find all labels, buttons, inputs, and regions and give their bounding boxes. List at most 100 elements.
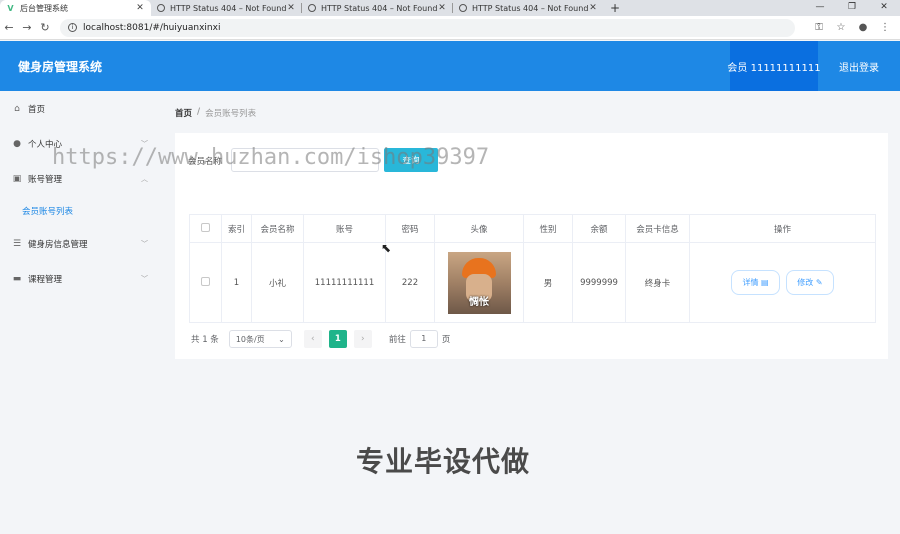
- detail-button[interactable]: 详情 ▤: [731, 270, 780, 295]
- list-icon: ☰: [12, 238, 22, 249]
- info-icon[interactable]: i: [68, 23, 77, 32]
- column-header: 密码: [385, 214, 435, 243]
- column-header: 头像: [434, 214, 524, 243]
- goto-suffix: 页: [441, 335, 451, 345]
- key-icon[interactable]: ⚿: [808, 22, 830, 33]
- cell-gender: 男: [523, 242, 573, 323]
- total-count: 共 1 条: [191, 335, 219, 345]
- member-info: 会员 11111111111: [727, 41, 821, 91]
- column-header: 操作: [689, 214, 876, 243]
- sidebar-item-label: 账号管理: [28, 174, 63, 185]
- cell-name: 小礼: [251, 242, 304, 323]
- chevron-down-icon: ⌄: [278, 334, 285, 344]
- user-icon: ●: [13, 138, 21, 149]
- tab-title: 后台管理系统: [20, 3, 68, 13]
- chevron-up-icon: ︿: [141, 175, 148, 183]
- watermark: https://www.huzhan.com/ishop39397: [52, 145, 490, 170]
- goto-prefix: 前往: [388, 335, 406, 345]
- page-number-current[interactable]: 1: [328, 330, 347, 348]
- reload-icon[interactable]: ↻: [36, 21, 54, 34]
- member-table: 索引 会员名称 账号 密码 头像 性别 余额 会员卡信息 操作 1 小礼 111…: [189, 214, 876, 323]
- edit-label: 修改: [797, 278, 814, 287]
- browser-tab-2[interactable]: HTTP Status 404 – Not Found ✕: [151, 0, 302, 16]
- sidebar-item-label: 健身房信息管理: [28, 239, 88, 250]
- chevron-down-icon: ﹀: [141, 275, 148, 283]
- promo-text: 专业毕设代做: [356, 445, 531, 478]
- breadcrumb-home[interactable]: 首页: [175, 107, 192, 119]
- edit-button[interactable]: 修改 ✎: [786, 270, 834, 295]
- page-size-select[interactable]: 10条/页 ⌄: [228, 330, 292, 348]
- breadcrumb-current: 会员账号列表: [205, 109, 257, 119]
- cell-account: 11111111111: [303, 242, 386, 323]
- sidebar-item-label: 课程管理: [28, 274, 63, 285]
- monitor-icon: ▬: [12, 273, 22, 284]
- menu-icon[interactable]: ⋮: [874, 22, 896, 33]
- sidebar-subitem-member-list[interactable]: 会员账号列表: [0, 196, 158, 226]
- column-header: 性别: [523, 214, 573, 243]
- browser-tab-1[interactable]: V 后台管理系统 ✕: [0, 0, 151, 16]
- globe-icon: [459, 4, 467, 12]
- table-header-row: 索引 会员名称 账号 密码 头像 性别 余额 会员卡信息 操作: [189, 214, 876, 243]
- select-all-checkbox-cell: [189, 214, 222, 243]
- chevron-down-icon: ﹀: [141, 240, 148, 248]
- cell-avatar: 惆怅: [434, 242, 524, 323]
- cell-actions: 详情 ▤ 修改 ✎: [689, 242, 876, 323]
- url-text: localhost:8081/#/huiyuanxinxi: [83, 22, 221, 33]
- breadcrumb: 首页 / 会员账号列表: [175, 107, 256, 119]
- next-page-button[interactable]: ›: [353, 330, 372, 348]
- mouse-cursor-icon: ⬉: [381, 241, 392, 255]
- profile-icon[interactable]: ●: [852, 22, 874, 33]
- column-header: 索引: [221, 214, 252, 243]
- breadcrumb-separator: /: [197, 107, 201, 117]
- select-all-checkbox[interactable]: [201, 222, 210, 232]
- sidebar-item-home[interactable]: ⌂ 首页: [0, 91, 158, 126]
- home-icon: ⌂: [14, 103, 20, 114]
- logout-button[interactable]: 退出登录: [818, 41, 900, 91]
- row-checkbox[interactable]: [201, 276, 210, 286]
- forward-icon[interactable]: →: [18, 21, 36, 34]
- column-header: 余额: [572, 214, 626, 243]
- close-icon[interactable]: ✕: [588, 3, 598, 13]
- pencil-icon: ✎: [815, 278, 823, 287]
- page-size-value: 10条/页: [235, 334, 265, 344]
- prev-page-button[interactable]: ‹: [303, 330, 322, 348]
- minimize-icon[interactable]: —: [804, 0, 836, 16]
- document-icon: ▤: [761, 278, 769, 287]
- detail-label: 详情: [742, 278, 759, 287]
- close-icon[interactable]: ✕: [286, 3, 296, 13]
- close-icon[interactable]: ✕: [135, 3, 145, 13]
- clipboard-icon: ▣: [12, 173, 22, 184]
- tab-title: HTTP Status 404 – Not Found: [321, 3, 437, 13]
- sidebar-item-gym-info[interactable]: ☰ 健身房信息管理 ﹀: [0, 226, 158, 261]
- cell-balance: 9999999: [572, 242, 626, 323]
- goto-page-input[interactable]: 1: [409, 330, 438, 348]
- avatar: 惆怅: [447, 251, 511, 314]
- address-bar: ← → ↻ i localhost:8081/#/huiyuanxinxi ⚿ …: [0, 16, 900, 40]
- back-icon[interactable]: ←: [0, 21, 18, 34]
- globe-icon: [157, 4, 165, 12]
- globe-icon: [308, 4, 316, 12]
- url-input[interactable]: i localhost:8081/#/huiyuanxinxi: [60, 18, 795, 37]
- app-header: 健身房管理系统 会员 11111111111 退出登录: [0, 41, 900, 91]
- tab-title: HTTP Status 404 – Not Found: [170, 3, 286, 13]
- new-tab-icon[interactable]: +: [604, 0, 626, 16]
- sidebar-item-course[interactable]: ▬ 课程管理 ﹀: [0, 261, 158, 296]
- restore-icon[interactable]: ❐: [836, 0, 868, 16]
- cell-index: 1: [221, 242, 252, 323]
- browser-tab-strip: V 后台管理系统 ✕ HTTP Status 404 – Not Found ✕…: [0, 0, 900, 16]
- app-title: 健身房管理系统: [18, 60, 103, 74]
- close-icon[interactable]: ✕: [437, 3, 447, 13]
- window-close-icon[interactable]: ✕: [868, 0, 900, 16]
- avatar-caption: 惆怅: [469, 296, 489, 308]
- cell-password: 222: [385, 242, 435, 323]
- pagination: 共 1 条 10条/页 ⌄ ‹ 1 › 前往 1 页: [191, 330, 450, 348]
- column-header: 会员卡信息: [625, 214, 690, 243]
- vue-icon: V: [7, 3, 14, 13]
- tab-title: HTTP Status 404 – Not Found: [472, 3, 588, 13]
- column-header: 账号: [303, 214, 386, 243]
- browser-tab-4[interactable]: HTTP Status 404 – Not Found ✕: [453, 0, 604, 16]
- cell-card: 终身卡: [625, 242, 690, 323]
- table-row: 1 小礼 11111111111 222 惆怅 男 9999999 终身卡 详情…: [189, 242, 876, 323]
- star-icon[interactable]: ☆: [830, 22, 852, 33]
- browser-tab-3[interactable]: HTTP Status 404 – Not Found ✕: [302, 0, 453, 16]
